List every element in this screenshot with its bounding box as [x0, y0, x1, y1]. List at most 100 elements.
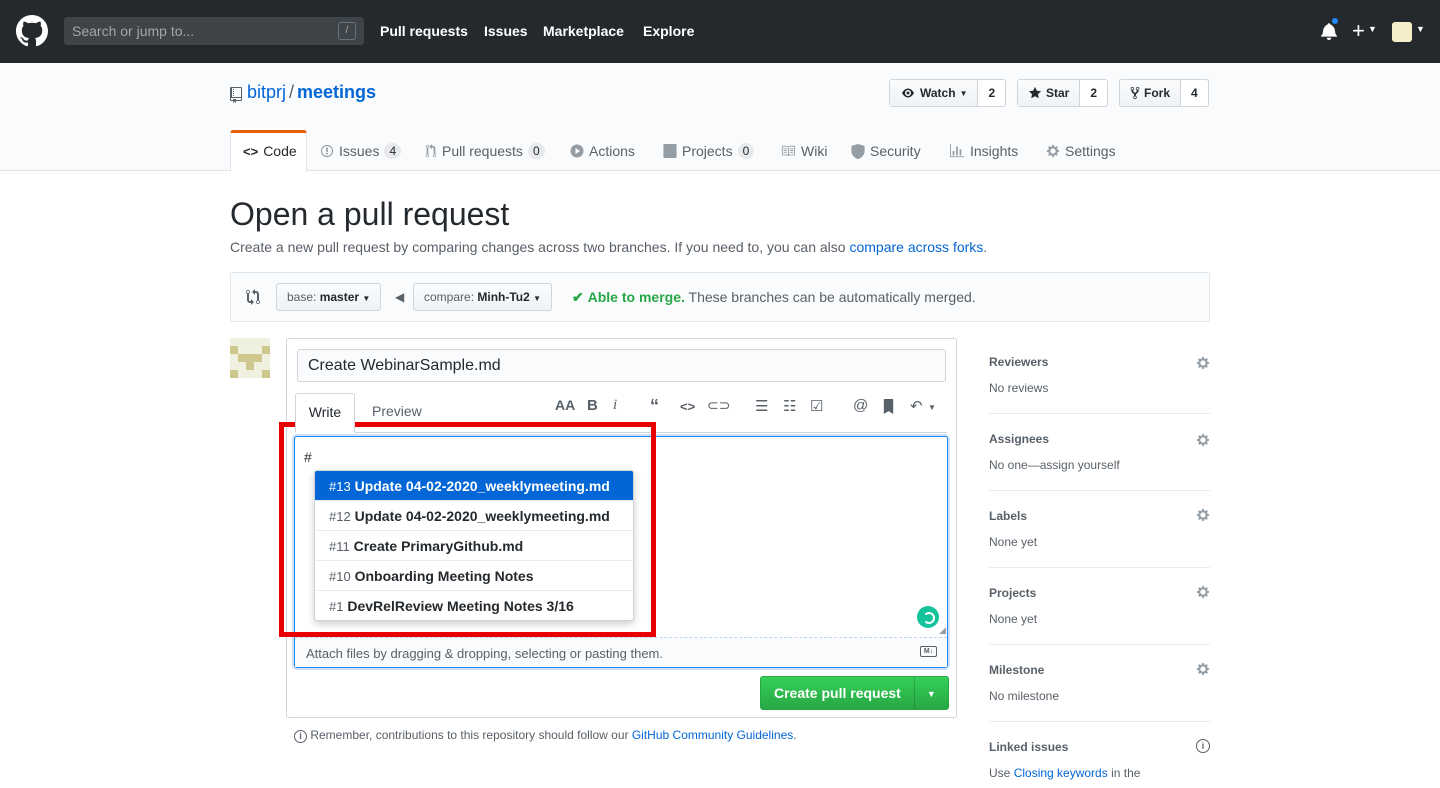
gear-icon[interactable]	[1196, 585, 1210, 599]
suggestion-item[interactable]: #11 Create PrimaryGithub.md	[315, 531, 633, 561]
task-list-icon[interactable]: ☑	[810, 397, 823, 415]
repo-owner-link[interactable]: bitprj	[247, 82, 286, 102]
milestone-heading[interactable]: Milestone	[989, 663, 1044, 677]
tab-pull-requests[interactable]: Pull requests 0	[425, 143, 545, 159]
compare-forks-link[interactable]: compare across forks	[849, 239, 983, 255]
notification-dot	[1330, 16, 1340, 26]
base-branch-select[interactable]: base: master ▼	[276, 283, 382, 311]
closing-keywords-link[interactable]: Closing keywords	[1014, 766, 1108, 780]
star-icon	[1028, 86, 1042, 99]
nav-explore[interactable]: Explore	[643, 23, 694, 39]
tab-code[interactable]: <> Code	[243, 143, 297, 159]
suggestion-number: #1	[329, 599, 344, 614]
code-icon[interactable]: <>	[680, 399, 695, 414]
star-count[interactable]: 2	[1080, 80, 1107, 106]
unordered-list-icon[interactable]: ☰	[755, 397, 768, 415]
watch-count[interactable]: 2	[978, 80, 1005, 106]
nav-pull-requests[interactable]: Pull requests	[380, 23, 468, 39]
star-label: Star	[1046, 86, 1070, 100]
search-shortcut-key: /	[338, 22, 356, 40]
tab-settings[interactable]: Settings	[1046, 143, 1116, 159]
gear-icon[interactable]	[1196, 662, 1210, 676]
suggestion-item[interactable]: #1 DevRelReview Meeting Notes 3/16	[315, 591, 633, 620]
nav-marketplace[interactable]: Marketplace	[543, 23, 624, 39]
tab-preview[interactable]: Preview	[372, 403, 422, 419]
bookmark-icon[interactable]	[883, 399, 894, 414]
guidelines-text: Remember, contributions to this reposito…	[310, 728, 632, 742]
gear-icon[interactable]	[1196, 433, 1210, 447]
gear-icon[interactable]	[1196, 356, 1210, 370]
search-input[interactable]: Search or jump to... /	[64, 17, 364, 45]
labels-heading[interactable]: Labels	[989, 509, 1027, 523]
quote-icon[interactable]: “	[650, 396, 659, 417]
suggestion-number: #11	[329, 539, 350, 554]
heading-icon[interactable]: AA	[555, 397, 575, 413]
community-guidelines-link[interactable]: GitHub Community Guidelines	[632, 728, 793, 742]
tab-settings-label: Settings	[1065, 143, 1116, 159]
avatar[interactable]	[1392, 22, 1412, 42]
labels-value: None yet	[989, 535, 1038, 549]
page-subtitle-text: Create a new pull request by comparing c…	[230, 239, 850, 255]
tab-write[interactable]: Write	[295, 393, 355, 433]
compare-value: Minh-Tu2	[477, 290, 530, 304]
resize-handle[interactable]: ◢	[939, 625, 946, 636]
bold-icon[interactable]: B	[587, 397, 598, 414]
page-subtitle-end: .	[983, 239, 988, 255]
reply-icon[interactable]: ↶	[910, 397, 923, 415]
base-label: base:	[287, 290, 317, 304]
chevron-down-icon[interactable]: ▼	[1368, 24, 1377, 34]
markdown-icon[interactable]: M↓	[920, 646, 937, 657]
suggestion-title: Update 04-02-2020_weeklymeeting.md	[354, 478, 610, 494]
italic-icon[interactable]: i	[613, 397, 617, 414]
chevron-down-icon[interactable]: ▼	[1416, 24, 1425, 34]
create-pull-request-button[interactable]: Create pull request	[761, 677, 915, 709]
link-icon[interactable]: ⊂⊃	[707, 397, 730, 414]
info-icon[interactable]: i	[1196, 739, 1210, 753]
grammarly-icon[interactable]	[917, 606, 939, 628]
repo-title: bitprj / meetings	[247, 82, 376, 103]
mention-icon[interactable]: @	[853, 397, 868, 414]
issue-icon	[320, 144, 334, 158]
fork-button[interactable]: Fork	[1120, 80, 1182, 106]
projects-heading[interactable]: Projects	[989, 586, 1036, 600]
chevron-down-icon[interactable]: ▼	[915, 677, 948, 709]
tab-actions[interactable]: Actions	[570, 143, 635, 159]
merge-status-text: These branches can be automatically merg…	[684, 289, 976, 305]
tab-projects[interactable]: Projects 0	[663, 143, 755, 159]
assignees-heading[interactable]: Assignees	[989, 432, 1049, 446]
sidebar-divider	[989, 490, 1210, 491]
chevron-down-icon[interactable]: ▼	[928, 403, 936, 412]
tab-wiki-label: Wiki	[801, 143, 828, 159]
pr-title-input[interactable]	[297, 349, 946, 382]
reviewers-heading[interactable]: Reviewers	[989, 355, 1048, 369]
tab-issues[interactable]: Issues 4	[320, 143, 402, 159]
repo-name-link[interactable]: meetings	[297, 82, 376, 102]
graph-icon	[950, 144, 964, 158]
assignees-value[interactable]: No one—assign yourself	[989, 458, 1120, 472]
nav-issues[interactable]: Issues	[484, 23, 528, 39]
compare-branch-select[interactable]: compare: Minh-Tu2 ▼	[413, 283, 553, 311]
suggestion-number: #12	[329, 509, 351, 524]
star-button[interactable]: Star	[1018, 80, 1081, 106]
suggestion-item[interactable]: #12 Update 04-02-2020_weeklymeeting.md	[315, 501, 633, 531]
tab-security[interactable]: Security	[851, 143, 921, 159]
project-icon	[663, 144, 677, 158]
attach-files-bar[interactable]: Attach files by dragging & dropping, sel…	[295, 637, 947, 667]
suggestion-item[interactable]: #13 Update 04-02-2020_weeklymeeting.md	[315, 471, 633, 501]
pr-body-text: #	[304, 449, 312, 465]
fork-count[interactable]: 4	[1181, 80, 1208, 106]
book-icon	[781, 145, 795, 157]
plus-icon[interactable]: +	[1352, 18, 1365, 44]
projects-value: None yet	[989, 612, 1038, 626]
watch-button[interactable]: Watch ▼	[890, 80, 979, 106]
github-logo[interactable]	[16, 15, 48, 47]
gear-icon[interactable]	[1196, 508, 1210, 522]
chevron-down-icon: ▼	[959, 88, 968, 98]
watch-label: Watch	[920, 86, 956, 100]
tab-insights[interactable]: Insights	[949, 143, 1018, 159]
ordered-list-icon[interactable]: ☷	[783, 397, 796, 415]
avatar[interactable]	[230, 338, 270, 378]
page-title: Open a pull request	[230, 196, 510, 232]
suggestion-item[interactable]: #10 Onboarding Meeting Notes	[315, 561, 633, 591]
tab-wiki[interactable]: Wiki	[780, 143, 827, 159]
